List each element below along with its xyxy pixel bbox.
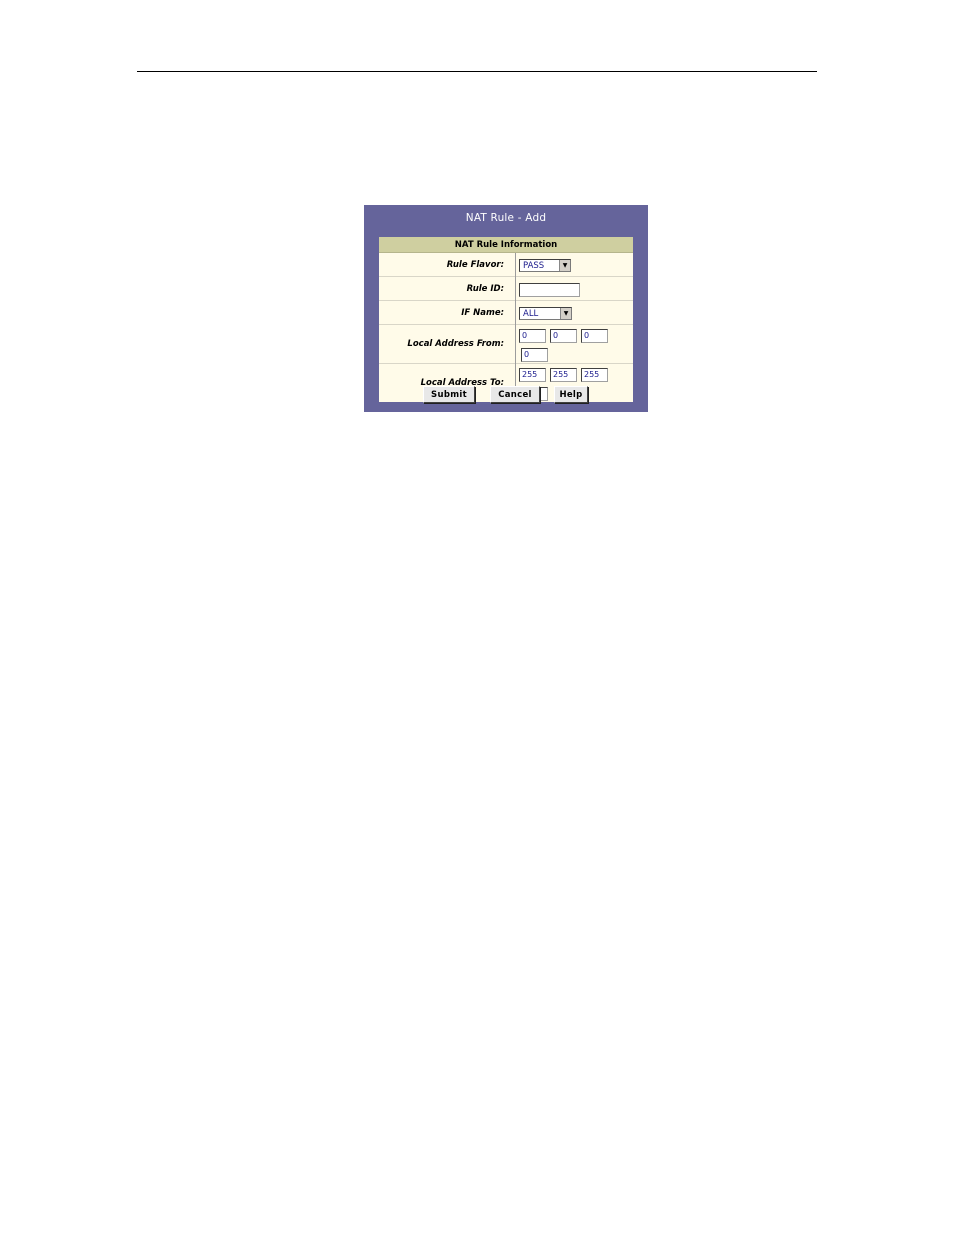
- local-address-from-octet-1[interactable]: 0: [519, 328, 546, 343]
- form-row-rule-flavor: Rule Flavor: PASS ▼: [379, 252, 633, 277]
- form-row-local-address-from: Local Address From: 0 0 00: [379, 324, 633, 364]
- rule-flavor-value: PASS: [523, 260, 545, 271]
- local-address-to-octet-3[interactable]: 255: [581, 367, 608, 382]
- chevron-down-icon[interactable]: ▼: [560, 308, 571, 319]
- form-row-rule-id: Rule ID:: [379, 276, 633, 301]
- local-address-from-octet-4[interactable]: 0: [521, 347, 548, 362]
- local-address-from-octet-2[interactable]: 0: [550, 328, 577, 343]
- local-address-from-label: Local Address From:: [379, 324, 516, 364]
- local-address-from-octet-3[interactable]: 0: [581, 328, 608, 343]
- help-button[interactable]: Help: [554, 386, 588, 403]
- rule-id-label: Rule ID:: [379, 276, 516, 301]
- cancel-button[interactable]: Cancel: [490, 386, 540, 403]
- local-address-to-octet-1[interactable]: 255: [519, 367, 546, 382]
- rule-flavor-label: Rule Flavor:: [379, 252, 516, 277]
- form-row-if-name: IF Name: ALL ▼: [379, 300, 633, 325]
- rule-flavor-select[interactable]: PASS ▼: [519, 259, 571, 272]
- nat-rule-add-panel: NAT Rule - Add NAT Rule Information Rule…: [364, 205, 648, 412]
- nat-rule-info-table: NAT Rule Information Rule Flavor: PASS ▼…: [379, 237, 633, 402]
- page-header-rule: [137, 71, 817, 72]
- chevron-down-icon[interactable]: ▼: [559, 260, 570, 271]
- rule-id-input[interactable]: [519, 282, 580, 297]
- if-name-select[interactable]: ALL ▼: [519, 307, 572, 320]
- panel-title: NAT Rule - Add: [465, 212, 547, 224]
- submit-button[interactable]: Submit: [423, 386, 475, 403]
- if-name-value: ALL: [523, 308, 539, 319]
- local-address-to-octet-2[interactable]: 255: [550, 367, 577, 382]
- section-header: NAT Rule Information: [379, 237, 633, 253]
- if-name-label: IF Name:: [379, 300, 516, 325]
